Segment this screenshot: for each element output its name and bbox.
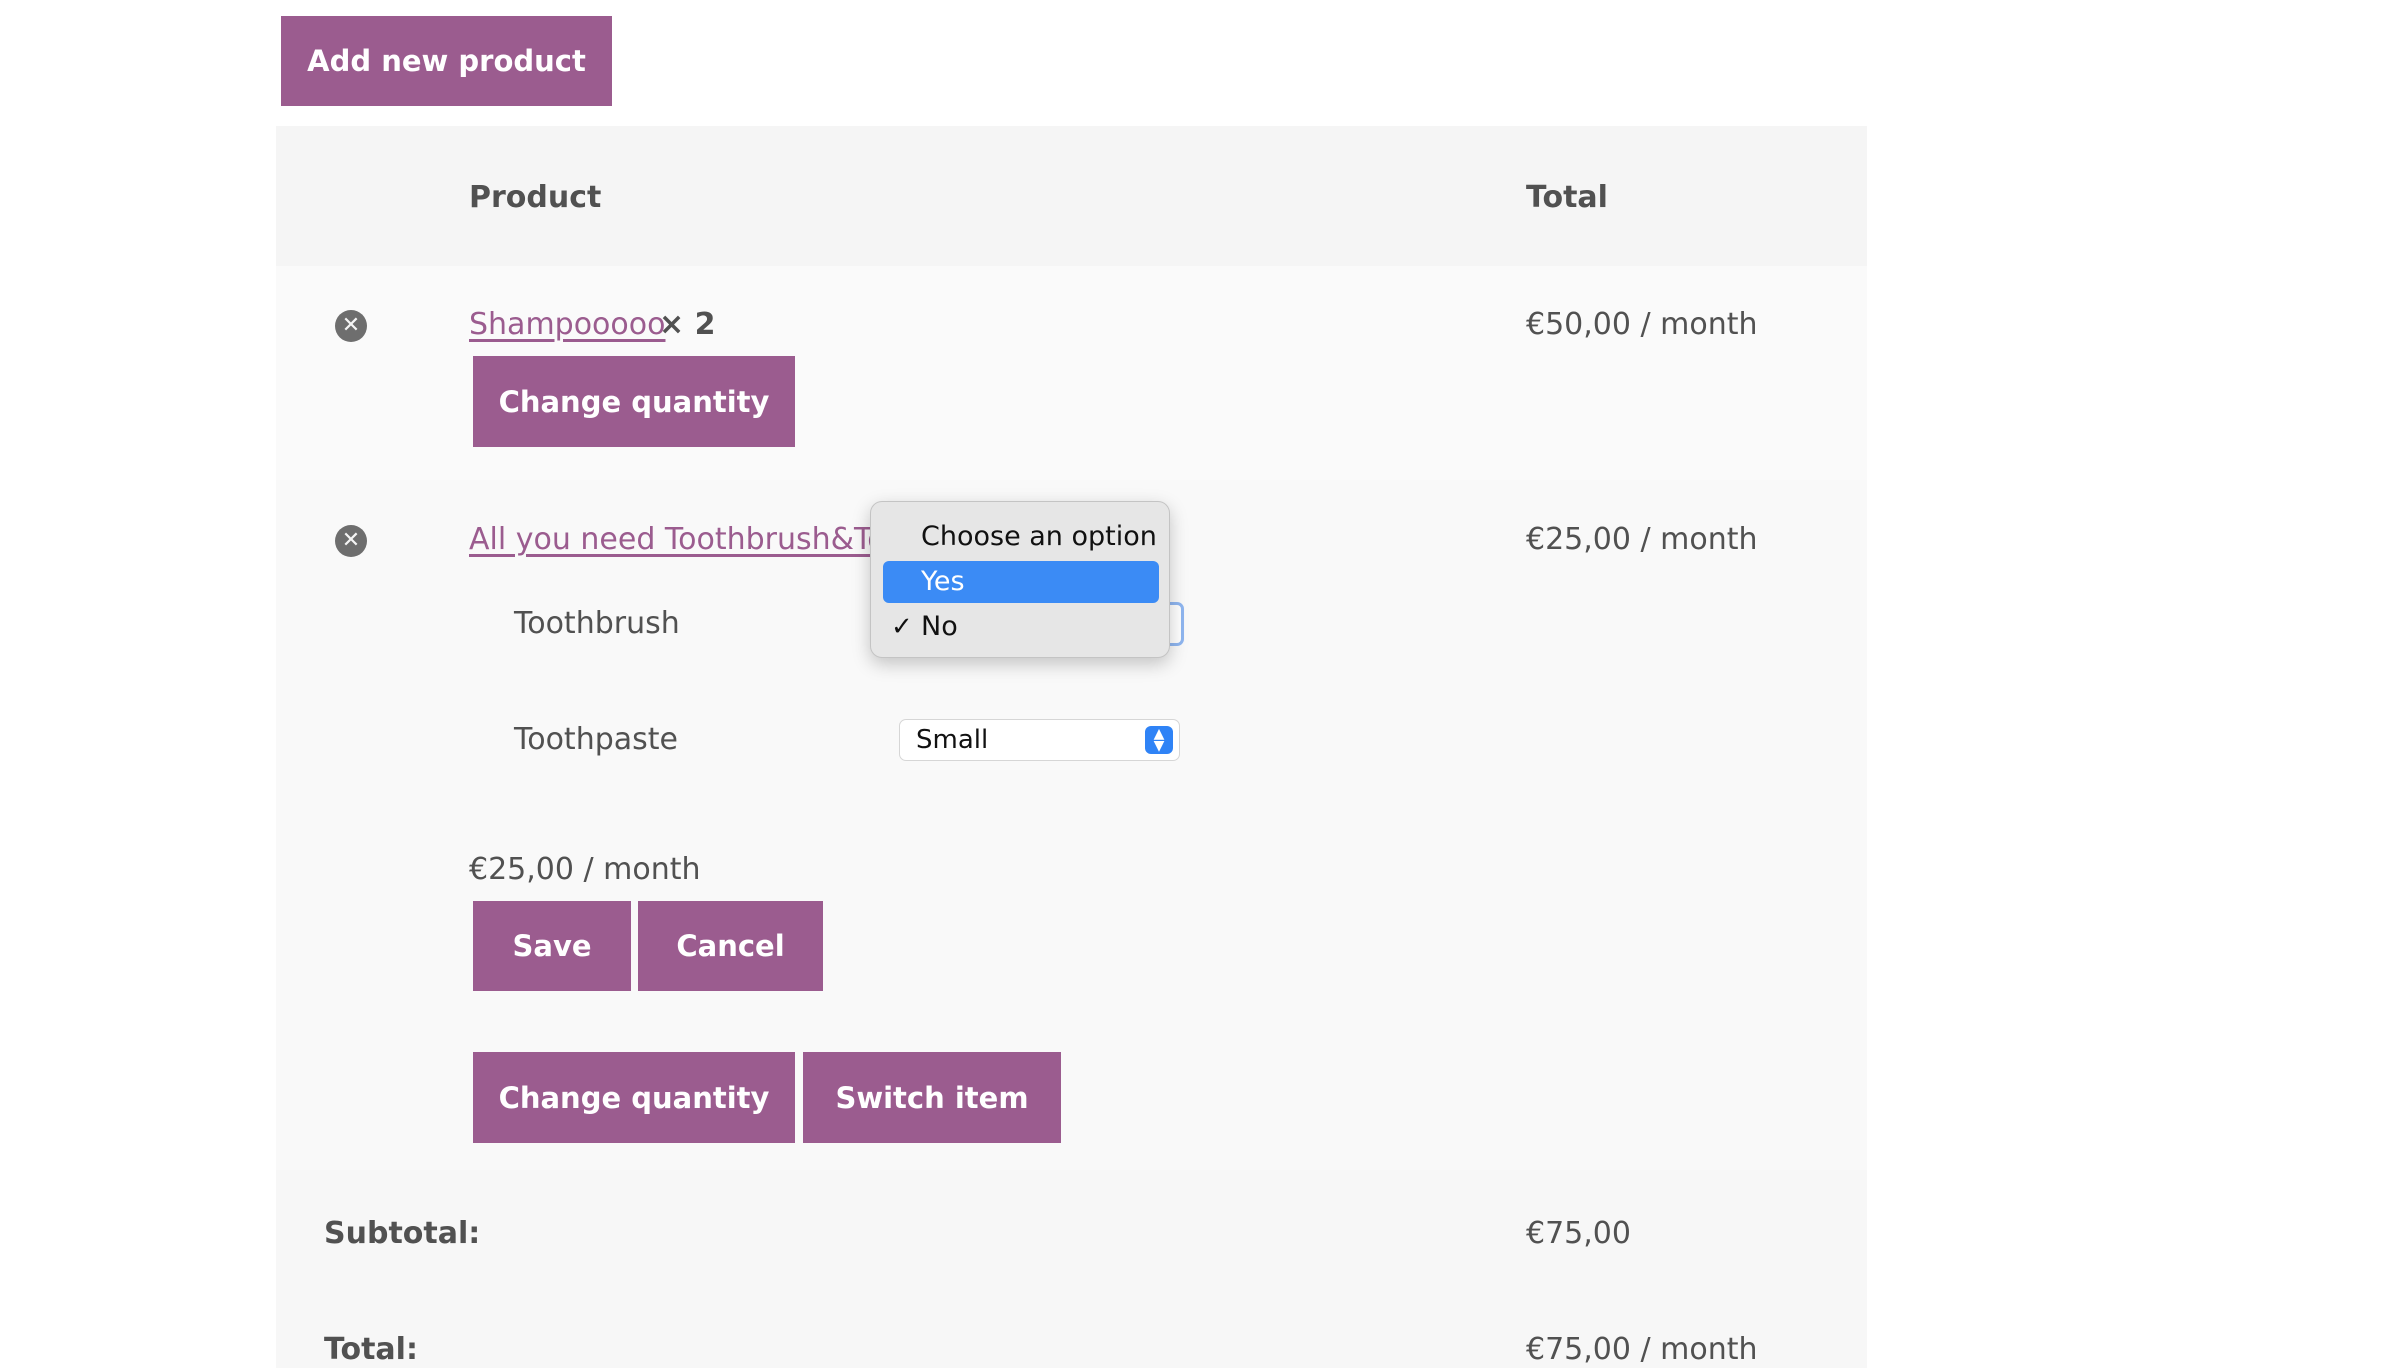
item-total: €50,00 / month: [1526, 307, 1758, 342]
product-link-toothbrush[interactable]: All you need Toothbrush&Toot: [469, 522, 875, 557]
add-new-product-button[interactable]: Add new product: [281, 16, 612, 106]
option-label: No: [921, 611, 958, 642]
toothpaste-select[interactable]: Small ▲ ▼: [899, 719, 1180, 761]
dropdown-option-no[interactable]: ✓ No: [883, 606, 1159, 648]
cancel-button[interactable]: Cancel: [638, 901, 823, 991]
column-header-product: Product: [469, 180, 602, 215]
total-label: Total:: [324, 1332, 418, 1367]
subtotal-label: Subtotal:: [324, 1216, 481, 1251]
subtotal-value: €75,00: [1526, 1216, 1631, 1251]
remove-item-icon[interactable]: ✕: [335, 525, 367, 557]
attribute-label-toothbrush: Toothbrush: [514, 606, 680, 641]
toothbrush-dropdown-menu: Choose an option Yes ✓ No: [870, 501, 1170, 658]
change-quantity-button[interactable]: Change quantity: [473, 356, 795, 447]
item-total: €25,00 / month: [1526, 522, 1758, 557]
save-button[interactable]: Save: [473, 901, 631, 991]
attribute-label-toothpaste: Toothpaste: [514, 722, 678, 757]
option-label: Choose an option: [921, 521, 1157, 552]
checkmark-icon: ✓: [891, 612, 913, 642]
select-value: Small: [916, 725, 989, 755]
dropdown-option-yes[interactable]: Yes: [883, 561, 1159, 603]
item-price: €25,00 / month: [469, 852, 701, 887]
option-label: Yes: [921, 566, 965, 597]
column-header-total: Total: [1526, 180, 1608, 215]
total-value: €75,00 / month: [1526, 1332, 1758, 1367]
product-quantity: × 2: [659, 307, 716, 342]
change-quantity-button[interactable]: Change quantity: [473, 1052, 795, 1143]
remove-item-icon[interactable]: ✕: [335, 310, 367, 342]
product-link-shampoo[interactable]: Shampooooo: [469, 307, 665, 342]
switch-item-button[interactable]: Switch item: [803, 1052, 1061, 1143]
select-arrows-icon: ▲ ▼: [1145, 726, 1173, 754]
dropdown-option-choose[interactable]: Choose an option: [883, 516, 1159, 558]
